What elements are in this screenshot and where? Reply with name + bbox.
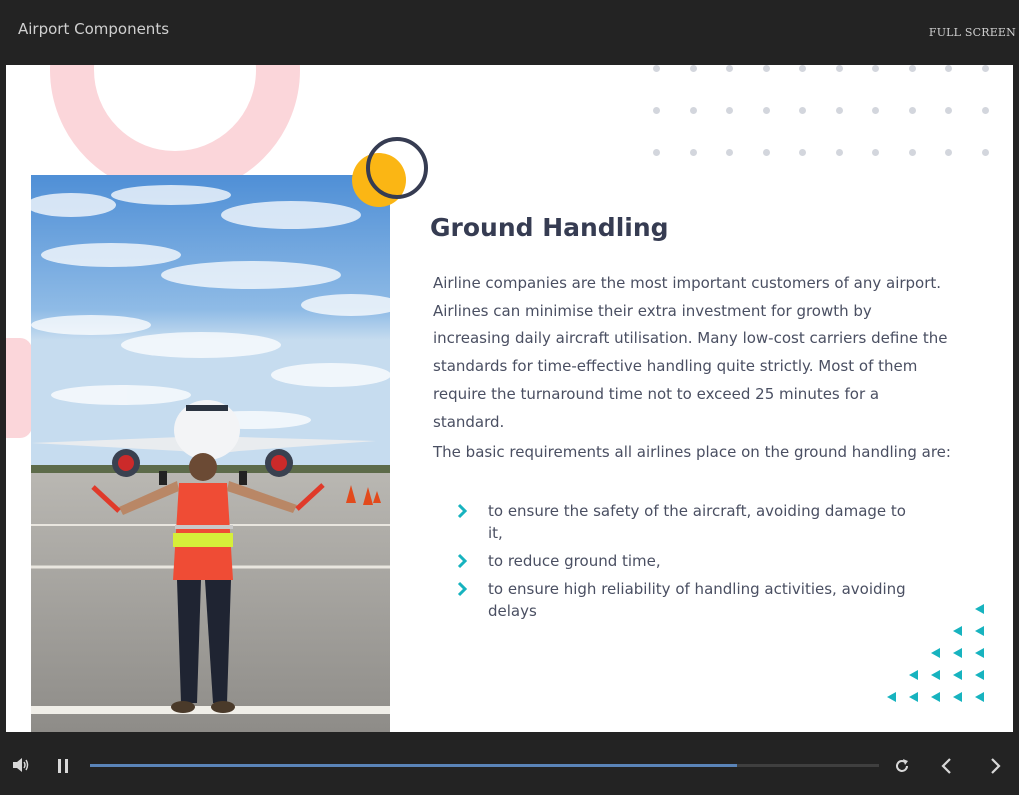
decorative-dot [762, 65, 770, 72]
requirements-intro: The basic requirements all airlines plac… [433, 443, 951, 461]
progress-bar[interactable] [90, 764, 879, 767]
player-controls [0, 732, 1019, 795]
decorative-dot [689, 149, 697, 156]
decorative-dot [689, 65, 697, 72]
volume-icon[interactable] [12, 757, 30, 773]
decorative-triangle [953, 670, 962, 680]
decorative-dot [835, 107, 843, 114]
decorative-dot [835, 65, 843, 72]
decorative-dot [981, 107, 989, 114]
decorative-triangle [975, 670, 984, 680]
chevron-right-icon [457, 503, 468, 519]
decorative-dot [908, 65, 916, 72]
decorative-dot [908, 107, 916, 114]
decorative-dot [981, 149, 989, 156]
decorative-dot [762, 107, 770, 114]
list-item-text: to ensure the safety of the aircraft, av… [488, 502, 906, 542]
list-item: to ensure the safety of the aircraft, av… [454, 500, 924, 544]
decorative-triangle [953, 692, 962, 702]
decorative-pink-shape [6, 338, 32, 438]
chevron-right-icon [457, 581, 468, 597]
decorative-triangle [975, 648, 984, 658]
course-title: Airport Components [18, 20, 170, 38]
airport-marshaller-photo [31, 175, 390, 732]
decorative-triangle [975, 604, 984, 614]
decorative-dot [653, 65, 660, 72]
decorative-dot [726, 107, 733, 114]
decorative-dot [908, 149, 916, 156]
decorative-dot [689, 107, 697, 114]
progress-bar-fill [90, 764, 737, 767]
decorative-triangle-pattern [887, 604, 984, 702]
decorative-triangle [975, 692, 984, 702]
decorative-dot [872, 107, 879, 114]
decorative-dot [945, 149, 952, 156]
decorative-dot [945, 107, 952, 114]
list-item: to reduce ground time, [454, 550, 924, 572]
decorative-dot [762, 149, 770, 156]
replay-icon[interactable] [893, 757, 911, 775]
decorative-dot [726, 149, 733, 156]
decorative-triangle [931, 670, 940, 680]
requirements-list: to ensure the safety of the aircraft, av… [454, 500, 924, 628]
decorative-triangle [909, 692, 918, 702]
decorative-ring [366, 137, 428, 199]
decorative-dot [872, 65, 879, 72]
list-item: to ensure high reliability of handling a… [454, 578, 924, 622]
decorative-dot [726, 65, 733, 72]
decorative-triangle [975, 626, 984, 636]
decorative-dot [799, 65, 806, 72]
decorative-dot [799, 149, 806, 156]
decorative-dot [981, 65, 989, 72]
decorative-dot [653, 149, 660, 156]
fullscreen-button[interactable]: FULL SCREEN [929, 26, 1016, 39]
decorative-dot [799, 107, 806, 114]
decorative-dot [653, 107, 660, 114]
decorative-dot [872, 149, 879, 156]
decorative-triangle [931, 648, 940, 658]
pause-icon[interactable] [56, 758, 70, 774]
decorative-triangle [931, 692, 940, 702]
chevron-right-icon [457, 553, 468, 569]
decorative-triangle [953, 648, 962, 658]
decorative-dot [835, 149, 843, 156]
decorative-triangle [909, 670, 918, 680]
intro-paragraph: Airline companies are the most important… [433, 274, 948, 431]
next-icon[interactable] [988, 757, 1002, 775]
decorative-triangle [887, 692, 896, 702]
prev-icon[interactable] [940, 757, 954, 775]
decorative-triangle [953, 626, 962, 636]
decorative-dot [945, 65, 952, 72]
slide-canvas: Ground Handling Airline companies are th… [6, 65, 1013, 732]
list-item-text: to ensure high reliability of handling a… [488, 580, 906, 620]
list-item-text: to reduce ground time, [488, 552, 661, 570]
player-header: Airport Components FULL SCREEN [0, 0, 1019, 65]
decorative-dot-grid [646, 65, 1006, 163]
slide-heading: Ground Handling [430, 213, 669, 242]
